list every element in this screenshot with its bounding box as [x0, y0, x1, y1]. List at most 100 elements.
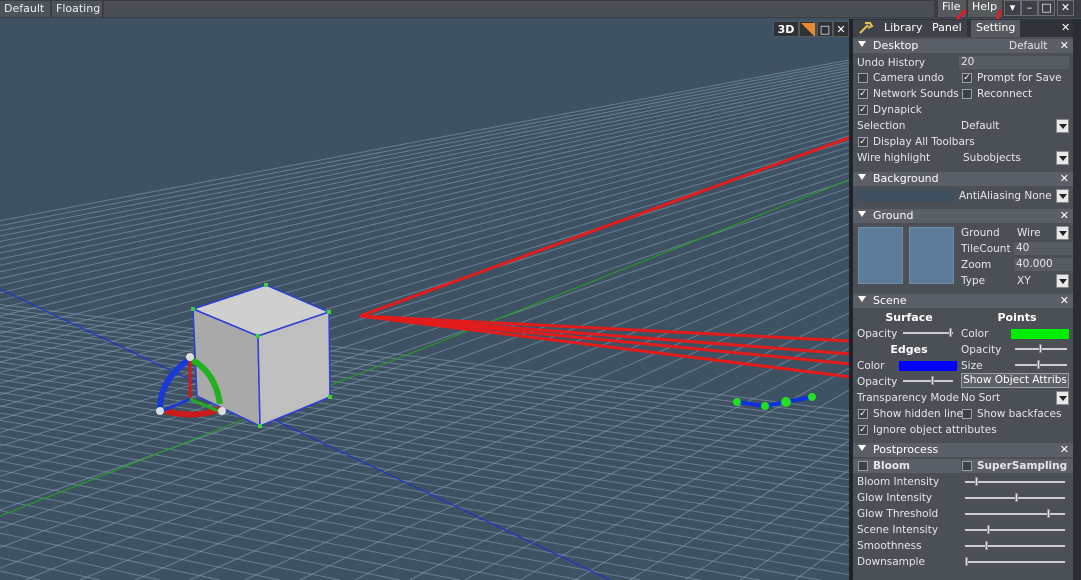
show-backfaces-checkbox[interactable] — [962, 409, 972, 419]
ground-texture-thumb[interactable] — [858, 227, 903, 284]
menu-help[interactable]: Help — [968, 0, 1002, 17]
3d-viewport[interactable] — [0, 19, 851, 580]
tab-default[interactable]: Default — [0, 1, 50, 17]
viewport-maximize-button[interactable]: □ — [817, 21, 833, 37]
slider-knob[interactable] — [965, 557, 968, 566]
tools-icon[interactable] — [853, 20, 879, 37]
antialiasing-dropdown-icon[interactable] — [1056, 189, 1069, 203]
camera-undo-label: Camera undo — [873, 72, 944, 84]
tab-floating[interactable]: Floating — [52, 1, 102, 17]
selection-dropdown-icon[interactable] — [1056, 119, 1069, 133]
view-corner-icon[interactable] — [799, 21, 815, 37]
reconnect-checkbox[interactable] — [962, 89, 972, 99]
close-icon[interactable]: ✕ — [1060, 294, 1069, 308]
collapse-arrow-icon[interactable] — [858, 41, 866, 47]
wire-highlight-dropdown-icon[interactable] — [1056, 151, 1069, 165]
zoom-label: Zoom — [961, 259, 992, 271]
dynapick-checkbox[interactable]: ✓ — [858, 105, 868, 115]
ignore-attributes-checkbox[interactable]: ✓ — [858, 425, 868, 435]
downsample-slider[interactable] — [965, 557, 1065, 566]
slider-knob[interactable] — [1037, 360, 1040, 369]
antialiasing-value[interactable]: AntiAliasing None — [959, 189, 1052, 203]
bloom-intensity-slider[interactable] — [965, 477, 1065, 486]
glow-threshold-label: Glow Threshold — [857, 508, 939, 520]
scene-intensity-slider[interactable] — [965, 525, 1065, 534]
section-ground[interactable]: Ground ✕ — [853, 209, 1073, 223]
slider-knob[interactable] — [949, 328, 952, 337]
collapse-arrow-icon[interactable] — [858, 296, 866, 302]
display-toolbars-label: Display All Toolbars — [873, 136, 975, 148]
points-size-slider[interactable] — [1015, 360, 1067, 369]
dropdown-icon[interactable]: ▾ — [1004, 0, 1021, 16]
grid-line — [24, 243, 851, 580]
transparency-mode-value[interactable]: No Sort — [961, 391, 1000, 405]
slider-knob[interactable] — [1015, 493, 1018, 502]
glow-intensity-slider[interactable] — [965, 493, 1065, 502]
minimize-button[interactable]: – — [1021, 0, 1038, 16]
edges-color-swatch[interactable] — [899, 361, 957, 371]
edges-opacity-slider[interactable] — [903, 376, 953, 385]
section-desktop[interactable]: Desktop Default ✕ — [853, 39, 1073, 53]
type-value[interactable]: XY — [1017, 274, 1031, 288]
close-icon[interactable]: ✕ — [1060, 172, 1069, 186]
smoothness-slider[interactable] — [965, 541, 1065, 550]
collapse-arrow-icon[interactable] — [858, 174, 866, 180]
transparency-dropdown-icon[interactable] — [1056, 391, 1069, 405]
bloom-checkbox[interactable] — [858, 461, 868, 471]
supersampling-label: SuperSampling — [977, 460, 1068, 472]
tab-setting[interactable]: Setting — [971, 20, 1021, 37]
supersampling-checkbox[interactable] — [962, 461, 972, 471]
tab-library[interactable]: Library — [879, 20, 928, 37]
display-toolbars-checkbox[interactable]: ✓ — [858, 137, 868, 147]
surface-opacity-label: Opacity — [857, 328, 898, 340]
camera-undo-checkbox[interactable] — [858, 73, 868, 83]
undo-history-field[interactable]: 20 — [959, 56, 1069, 69]
collapse-arrow-icon[interactable] — [858, 211, 866, 217]
ground-dropdown-icon[interactable] — [1056, 226, 1069, 240]
tilecount-field[interactable]: 40 — [1014, 242, 1073, 255]
close-icon[interactable]: ✕ — [1060, 443, 1069, 457]
edges-header: Edges — [890, 343, 928, 356]
show-object-attribs-button[interactable]: Show Object Attribs — [961, 373, 1069, 388]
points-size-label: Size — [961, 360, 983, 372]
bloom-label: Bloom — [873, 460, 910, 472]
close-icon[interactable]: ✕ — [1060, 39, 1069, 53]
panel-close-icon[interactable]: ✕ — [1056, 20, 1073, 37]
surface-opacity-slider[interactable] — [903, 328, 953, 337]
background-color-swatch[interactable] — [857, 189, 955, 202]
tab-panel[interactable]: Panel — [927, 20, 967, 37]
type-dropdown-icon[interactable] — [1056, 274, 1069, 288]
slider-knob[interactable] — [985, 541, 988, 550]
ground-texture-thumb-2[interactable] — [909, 227, 954, 284]
section-title: Desktop — [873, 39, 919, 52]
view-mode-3d[interactable]: 3D — [773, 21, 799, 37]
points-opacity-slider[interactable] — [1015, 344, 1067, 353]
menu-file[interactable]: File — [938, 0, 966, 17]
maximize-button[interactable]: □ — [1038, 0, 1055, 16]
slider-knob[interactable] — [1039, 344, 1042, 353]
viewport-close-button[interactable]: ✕ — [833, 21, 849, 37]
network-sounds-checkbox[interactable]: ✓ — [858, 89, 868, 99]
glow-threshold-slider[interactable] — [965, 509, 1065, 518]
ground-value[interactable]: Wire — [1017, 226, 1041, 240]
selection-value[interactable]: Default — [961, 119, 999, 133]
points-color-swatch[interactable] — [1011, 329, 1069, 339]
bloom-intensity-label: Bloom Intensity — [857, 476, 940, 488]
show-hidden-lines-checkbox[interactable]: ✓ — [858, 409, 868, 419]
slider-knob[interactable] — [931, 376, 934, 385]
undo-history-label: Undo History — [857, 57, 926, 69]
slider-knob[interactable] — [975, 477, 978, 486]
section-background[interactable]: Background ✕ — [853, 172, 1073, 186]
section-postprocess[interactable]: Postprocess ✕ — [853, 443, 1073, 457]
wire-highlight-value[interactable]: Subobjects — [963, 151, 1021, 165]
desktop-preset[interactable]: Default — [1009, 39, 1047, 53]
close-icon[interactable]: ✕ — [1060, 209, 1069, 223]
prompt-save-checkbox[interactable]: ✓ — [962, 73, 972, 83]
slider-knob[interactable] — [1047, 509, 1050, 518]
section-scene[interactable]: Scene ✕ — [853, 294, 1073, 308]
zoom-field[interactable]: 40.000 — [1014, 258, 1073, 271]
slider-knob[interactable] — [987, 525, 990, 534]
close-button[interactable]: ✕ — [1057, 0, 1074, 16]
show-hidden-lines-label: Show hidden lines — [873, 408, 969, 420]
collapse-arrow-icon[interactable] — [858, 445, 866, 451]
